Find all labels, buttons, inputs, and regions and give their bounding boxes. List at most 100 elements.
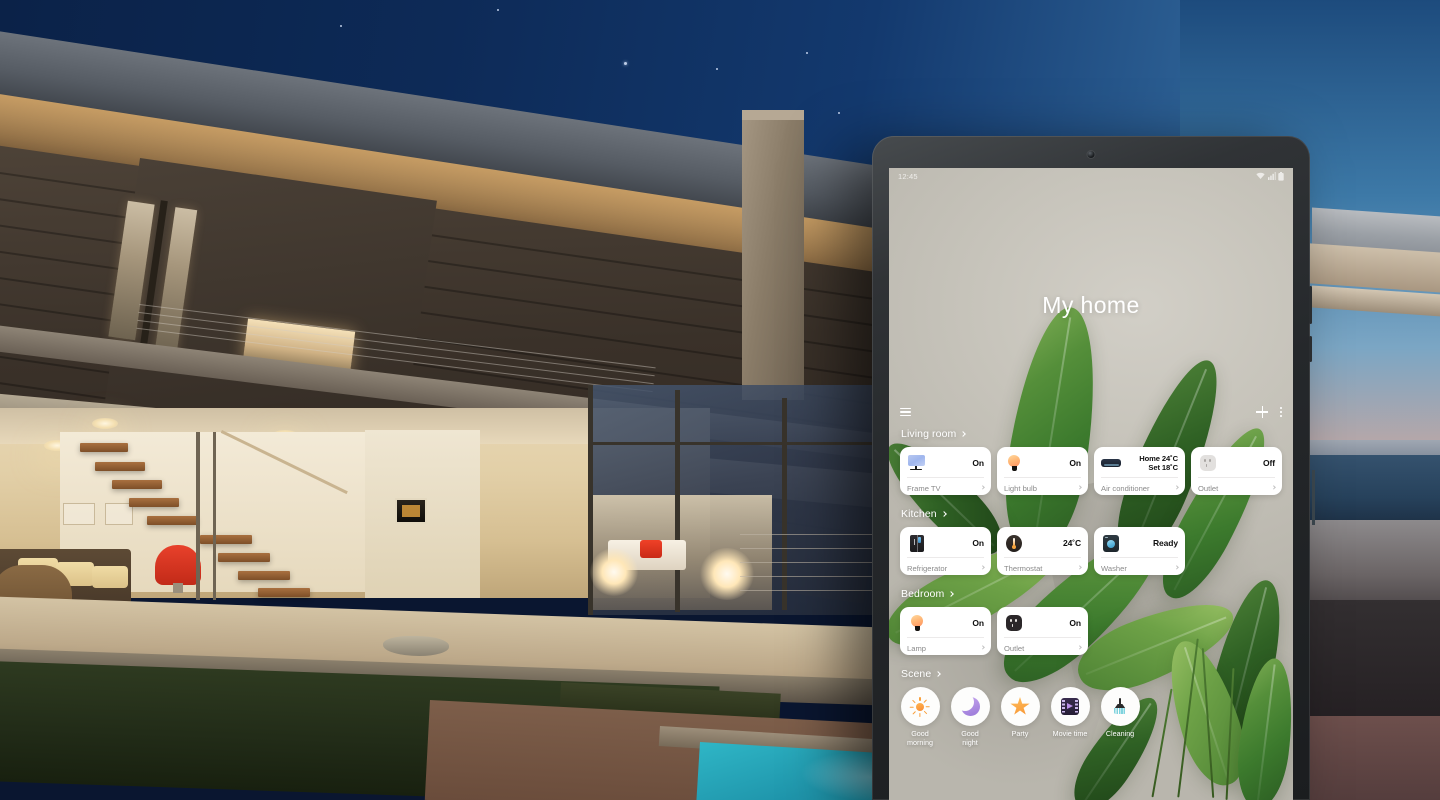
section-header-living-room[interactable]: Living room bbox=[901, 428, 1282, 440]
thermostat-icon bbox=[1004, 534, 1024, 552]
card-bottom: Lamp bbox=[907, 637, 985, 655]
card-top: Off bbox=[1198, 452, 1275, 474]
card-bottom: Refrigerator bbox=[907, 557, 985, 575]
section-header-bedroom[interactable]: Bedroom bbox=[901, 588, 1282, 600]
scene-icon-wrap bbox=[1050, 687, 1090, 726]
signal-icon bbox=[1267, 172, 1276, 180]
floor-lamp-glow bbox=[590, 548, 638, 596]
scene-label-line2: night bbox=[962, 737, 978, 747]
section-header-kitchen[interactable]: Kitchen bbox=[901, 508, 1282, 520]
scene-good-night[interactable]: Good night bbox=[950, 687, 990, 747]
refrigerator-icon bbox=[907, 534, 927, 552]
red-pillow bbox=[640, 540, 662, 558]
outlet-dark-icon bbox=[1004, 614, 1024, 632]
scene-icon-wrap bbox=[1000, 687, 1040, 726]
stair-tread bbox=[258, 588, 310, 597]
chimney-block bbox=[742, 110, 804, 400]
plus-icon[interactable] bbox=[1256, 406, 1269, 418]
scene-label: Party bbox=[1011, 729, 1029, 739]
film-play-icon bbox=[1061, 698, 1079, 715]
hamburger-menu-icon[interactable] bbox=[900, 407, 911, 417]
wifi-icon bbox=[1256, 172, 1265, 179]
scene-good-morning[interactable]: Good morning bbox=[900, 687, 940, 747]
scene-icon-wrap bbox=[1100, 687, 1140, 726]
device-card-frame-tv[interactable]: On Frame TV bbox=[900, 447, 991, 495]
chevron-right-icon bbox=[1173, 485, 1179, 491]
stair-tread bbox=[95, 462, 145, 471]
scene-icon-wrap bbox=[950, 687, 990, 726]
device-card-air-conditioner[interactable]: Home 24˚C Set 18˚C Air conditioner bbox=[1094, 447, 1185, 495]
device-state: Home 24˚C Set 18˚C bbox=[1139, 454, 1178, 472]
device-name: Thermostat bbox=[1004, 563, 1043, 573]
card-bottom: Frame TV bbox=[907, 477, 985, 495]
device-card-outlet-bedroom[interactable]: On Outlet bbox=[997, 607, 1088, 655]
tv-icon bbox=[907, 454, 927, 472]
card-bottom: Thermostat bbox=[1004, 557, 1082, 575]
device-row-bedroom: On Lamp On Outlet bbox=[900, 607, 1282, 655]
device-card-washer[interactable]: Ready Washer bbox=[1094, 527, 1185, 575]
cable-railing bbox=[740, 548, 890, 549]
device-card-lamp[interactable]: On Lamp bbox=[900, 607, 991, 655]
device-row-living-room: On Frame TV On Light bulb Home 24˚C Set … bbox=[900, 447, 1282, 495]
chevron-right-icon bbox=[979, 565, 985, 571]
star bbox=[806, 52, 808, 54]
stair-tread bbox=[80, 443, 128, 452]
card-top: On bbox=[907, 612, 984, 634]
device-name: Air conditioner bbox=[1101, 483, 1150, 493]
app-toolbar bbox=[889, 402, 1293, 422]
scene-label: Movie time bbox=[1053, 729, 1088, 739]
beach bbox=[1295, 520, 1440, 610]
power-button[interactable] bbox=[1309, 336, 1312, 362]
section-title: Scene bbox=[901, 668, 932, 680]
device-card-outlet-living-room[interactable]: Off Outlet bbox=[1191, 447, 1282, 495]
chevron-right-icon bbox=[1270, 485, 1276, 491]
chevron-right-icon bbox=[935, 670, 942, 677]
scene-cleaning[interactable]: Cleaning bbox=[1100, 687, 1140, 747]
wall-art bbox=[63, 503, 95, 525]
screenshot-stage: 12:45 My home Living room On Frame TV On… bbox=[0, 0, 1440, 800]
sofa-cushion bbox=[92, 566, 128, 588]
toolbar-actions bbox=[1256, 406, 1282, 418]
device-name: Frame TV bbox=[907, 483, 941, 493]
scene-party[interactable]: Party bbox=[1000, 687, 1040, 747]
section-header-scene[interactable]: Scene bbox=[901, 668, 1282, 680]
scene-label: Cleaning bbox=[1106, 729, 1134, 739]
chevron-right-icon bbox=[1076, 485, 1082, 491]
more-vertical-icon[interactable] bbox=[1280, 407, 1282, 417]
tablet-device: 12:45 My home Living room On Frame TV On… bbox=[872, 136, 1312, 800]
card-top: Ready bbox=[1101, 532, 1178, 554]
device-card-thermostat[interactable]: 24˚C Thermostat bbox=[997, 527, 1088, 575]
scene-movie-time[interactable]: Movie time bbox=[1050, 687, 1090, 747]
ocean bbox=[1300, 455, 1440, 525]
cable-railing bbox=[740, 534, 890, 535]
device-row-kitchen: On Refrigerator 24˚C Thermostat Ready Wa… bbox=[900, 527, 1282, 575]
device-name: Outlet bbox=[1004, 643, 1025, 653]
card-top: Home 24˚C Set 18˚C bbox=[1101, 452, 1178, 474]
terrace-right bbox=[1295, 716, 1440, 800]
device-state: On bbox=[972, 458, 984, 468]
scene-label: Good night bbox=[961, 729, 979, 747]
stair-tread bbox=[218, 553, 270, 562]
bulb-icon bbox=[1004, 454, 1024, 472]
tablet-screen: 12:45 My home Living room On Frame TV On… bbox=[889, 168, 1293, 800]
volume-button[interactable] bbox=[1309, 286, 1312, 324]
star bbox=[497, 9, 499, 11]
glass-mullion bbox=[782, 398, 787, 610]
card-bottom: Outlet bbox=[1004, 637, 1082, 655]
scene-label-line1: Party bbox=[1011, 729, 1029, 738]
device-state: On bbox=[972, 538, 984, 548]
section-title: Kitchen bbox=[901, 508, 937, 520]
air-conditioner-icon bbox=[1101, 454, 1121, 472]
front-camera bbox=[1087, 151, 1095, 158]
device-state: 24˚C bbox=[1062, 538, 1081, 548]
device-name: Outlet bbox=[1198, 483, 1219, 493]
chevron-right-icon bbox=[1173, 565, 1179, 571]
device-card-refrigerator[interactable]: On Refrigerator bbox=[900, 527, 991, 575]
railing-post bbox=[1312, 470, 1315, 525]
stair-tread bbox=[112, 480, 162, 489]
device-name: Refrigerator bbox=[907, 563, 948, 573]
device-card-light-bulb[interactable]: On Light bulb bbox=[997, 447, 1088, 495]
outlet-icon bbox=[1198, 454, 1218, 472]
card-bottom: Air conditioner bbox=[1101, 477, 1179, 495]
status-time: 12:45 bbox=[898, 171, 918, 181]
